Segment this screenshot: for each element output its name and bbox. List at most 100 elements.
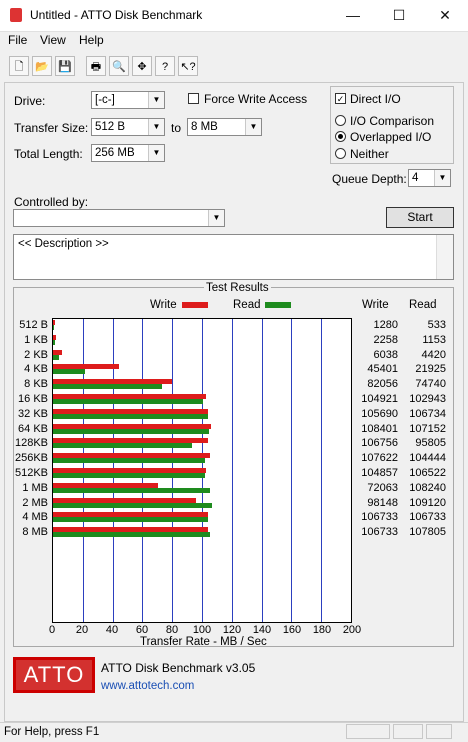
read-bar: [53, 532, 210, 538]
menu-help[interactable]: Help: [79, 33, 104, 47]
x-tick-label: 40: [105, 624, 119, 636]
save-icon[interactable]: 💾: [55, 56, 75, 76]
io-comparison-radio[interactable]: [335, 115, 346, 126]
write-value: 106756: [361, 437, 398, 450]
read-bar: [53, 369, 85, 375]
read-value: 533: [427, 319, 446, 331]
write-column-header: Write: [362, 299, 389, 311]
force-write-checkbox[interactable]: [188, 93, 199, 104]
website-link[interactable]: www.attotech.com: [101, 680, 194, 692]
category-label: 1 MB: [22, 481, 48, 494]
category-label: 128KB: [14, 437, 48, 450]
total-length-value: 256 MB: [95, 147, 135, 159]
read-value: 108240: [409, 481, 446, 494]
read-value: 104444: [409, 452, 446, 465]
legend-write-swatch: [182, 302, 208, 308]
category-label: 8 MB: [22, 526, 48, 539]
total-length-select[interactable]: 256 MB ▼: [91, 144, 165, 162]
chevron-down-icon: ▼: [434, 170, 450, 186]
x-tick-label: 80: [165, 624, 179, 636]
x-tick-label: 140: [252, 624, 272, 636]
legend-read-swatch: [265, 302, 291, 308]
transfer-size-to-select[interactable]: 8 MB ▼: [187, 118, 262, 136]
print-icon[interactable]: 🖶: [86, 56, 106, 76]
open-icon[interactable]: 📂: [32, 56, 52, 76]
description-text: << Description >>: [18, 238, 109, 250]
category-label: 2 KB: [24, 348, 48, 361]
queue-depth-select[interactable]: 4 ▼: [408, 169, 451, 187]
category-label: 2 MB: [22, 496, 48, 509]
x-tick-label: 160: [282, 624, 302, 636]
read-bar: [53, 399, 203, 404]
category-label: 4 KB: [24, 363, 48, 376]
read-value: 95805: [415, 437, 446, 450]
queue-depth-value: 4: [412, 172, 419, 184]
maximize-button[interactable]: ☐: [376, 0, 422, 31]
read-value: 1153: [422, 333, 446, 346]
read-value: 107805: [409, 526, 446, 539]
read-bar: [53, 354, 60, 360]
description-box[interactable]: << Description >>: [13, 234, 454, 280]
status-pane-1: [346, 724, 390, 739]
x-tick-label: 120: [222, 624, 242, 636]
description-scrollbar[interactable]: [436, 235, 453, 279]
direct-io-checkbox[interactable]: ✓: [335, 93, 346, 104]
write-value: 106733: [361, 526, 398, 539]
x-tick-label: 0: [48, 624, 56, 636]
total-length-label: Total Length:: [14, 147, 83, 161]
legend-write-label: Write: [150, 299, 177, 311]
drive-value: [-c-]: [95, 94, 115, 106]
read-bar: [53, 443, 193, 449]
read-value: 102943: [409, 393, 446, 405]
x-tick-label: 180: [312, 624, 332, 636]
minimize-button[interactable]: —: [330, 0, 376, 31]
write-value: 106733: [361, 511, 398, 524]
read-bar: [53, 458, 205, 464]
write-value: 104921: [361, 393, 398, 405]
context-help-icon[interactable]: ↖?: [178, 56, 198, 76]
start-button[interactable]: Start: [386, 207, 454, 228]
x-tick-label: 100: [192, 624, 212, 636]
move-icon[interactable]: ✥: [132, 56, 152, 76]
write-value: 105690: [361, 407, 398, 420]
chevron-down-icon: ▼: [245, 119, 261, 135]
read-bar: [53, 473, 206, 478]
write-value: 2258: [373, 333, 398, 346]
help-icon[interactable]: ?: [155, 56, 175, 76]
category-label: 8 KB: [24, 378, 48, 391]
menu-file[interactable]: File: [8, 33, 27, 47]
read-bar: [53, 384, 162, 390]
category-label: 64 KB: [18, 422, 48, 435]
neither-radio[interactable]: [335, 148, 346, 159]
category-label: 16 KB: [18, 393, 48, 405]
read-bar: [53, 413, 209, 419]
transfer-from-value: 512 B: [95, 121, 126, 133]
x-gridline: [321, 319, 323, 622]
controlled-by-select[interactable]: ▼: [13, 209, 225, 227]
print-preview-icon[interactable]: 🔍: [109, 56, 129, 76]
category-label: 256KB: [14, 452, 48, 465]
x-gridline: [261, 319, 263, 622]
new-icon[interactable]: 🗋: [9, 56, 29, 76]
read-value: 74740: [415, 378, 446, 391]
legend-read-label: Read: [233, 299, 261, 311]
write-value: 45401: [367, 363, 398, 376]
write-value: 104857: [361, 467, 398, 479]
x-gridline: [291, 319, 293, 622]
neither-label: Neither: [350, 147, 389, 161]
read-value: 106734: [409, 407, 446, 420]
status-text: For Help, press F1: [4, 726, 100, 738]
overlapped-io-radio[interactable]: [335, 131, 346, 142]
transfer-size-from-select[interactable]: 512 B ▼: [91, 118, 165, 136]
drive-select[interactable]: [-c-] ▼: [91, 91, 165, 109]
app-icon: [10, 8, 22, 22]
category-label: 4 MB: [22, 511, 48, 524]
x-axis-label: Transfer Rate - MB / Sec: [140, 636, 267, 648]
read-bar: [53, 339, 55, 345]
status-pane-2: [393, 724, 423, 739]
read-value: 106733: [409, 511, 446, 524]
x-tick-label: 60: [135, 624, 149, 636]
atto-logo: ATTO: [13, 657, 95, 693]
close-button[interactable]: ✕: [422, 0, 468, 31]
menu-view[interactable]: View: [40, 33, 66, 47]
